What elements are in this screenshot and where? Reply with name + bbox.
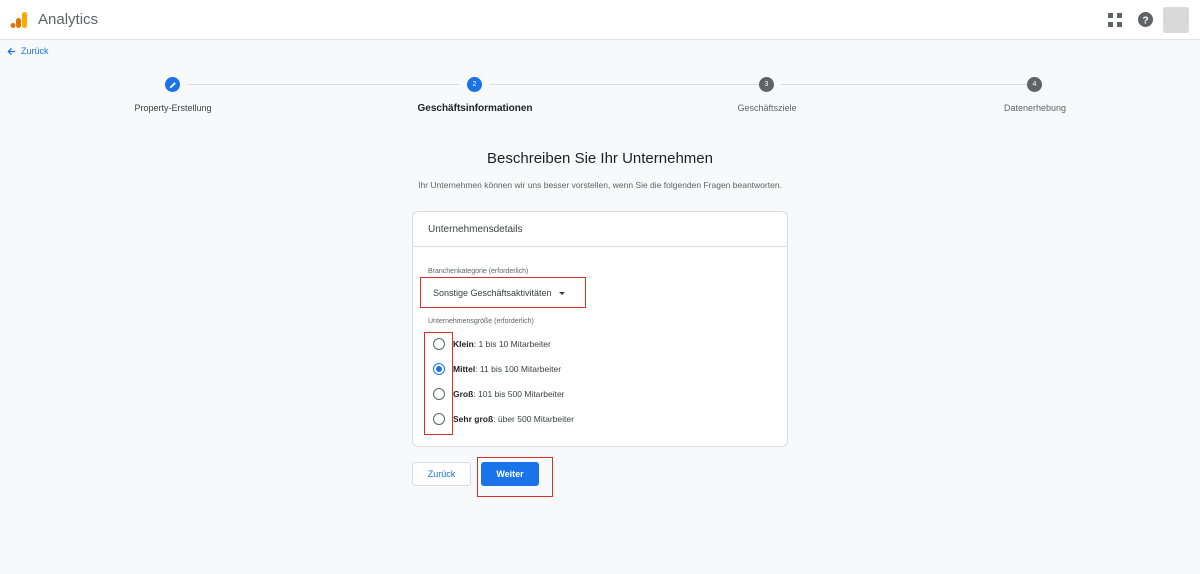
step-4-circle: 4 bbox=[1027, 77, 1042, 92]
page-subtitle: Ihr Unternehmen können wir uns besser vo… bbox=[418, 180, 782, 190]
top-app-bar: Analytics ? bbox=[0, 0, 1200, 40]
business-details-card: Unternehmensdetails Branchenkategorie (e… bbox=[412, 211, 788, 447]
stepper-connector bbox=[490, 84, 759, 85]
size-option-label: Klein: 1 bis 10 Mitarbeiter bbox=[453, 339, 551, 349]
step-number: 2 bbox=[472, 81, 477, 88]
step-3-circle: 3 bbox=[759, 77, 774, 92]
apps-grid-icon[interactable] bbox=[1108, 13, 1122, 27]
stepper-connector bbox=[188, 84, 459, 85]
size-option-very-large[interactable]: Sehr groß: über 500 Mitarbeiter bbox=[433, 413, 574, 425]
step-number: 4 bbox=[1032, 81, 1037, 88]
step-1-done-icon bbox=[165, 77, 180, 92]
step-number: 3 bbox=[764, 81, 769, 88]
back-link[interactable]: Zurück bbox=[7, 46, 49, 56]
back-link-label: Zurück bbox=[21, 46, 49, 56]
step-label-business-info: Geschäftsinformationen bbox=[417, 103, 533, 114]
pencil-icon bbox=[169, 81, 176, 88]
step-2-circle: 2 bbox=[467, 77, 482, 92]
size-option-label: Sehr groß: über 500 Mitarbeiter bbox=[453, 414, 574, 424]
size-option-label: Groß: 101 bis 500 Mitarbeiter bbox=[453, 389, 565, 399]
page-title: Beschreiben Sie Ihr Unternehmen bbox=[487, 150, 713, 167]
analytics-logo-icon[interactable] bbox=[10, 11, 28, 29]
step-label-business-goals: Geschäftsziele bbox=[737, 103, 797, 113]
industry-category-label: Branchenkategorie (erforderlich) bbox=[428, 268, 529, 275]
stepper-connector bbox=[781, 84, 1027, 85]
step-label-property-creation: Property-Erstellung bbox=[134, 103, 212, 113]
arrow-back-icon bbox=[7, 47, 16, 55]
company-size-label: Unternehmensgröße (erforderlich) bbox=[428, 318, 534, 325]
highlight-box-industry bbox=[420, 277, 586, 308]
highlight-box-next bbox=[477, 457, 553, 497]
avatar[interactable] bbox=[1163, 7, 1189, 33]
highlight-box-radios bbox=[424, 332, 453, 435]
svg-text:?: ? bbox=[1142, 15, 1148, 26]
back-button[interactable]: Zurück bbox=[412, 462, 471, 486]
app-title: Analytics bbox=[38, 11, 99, 28]
card-header: Unternehmensdetails bbox=[413, 212, 787, 247]
size-option-label: Mittel: 11 bis 100 Mitarbeiter bbox=[453, 364, 562, 374]
help-icon[interactable]: ? bbox=[1138, 12, 1153, 27]
step-label-data-collection: Datenerhebung bbox=[1003, 103, 1067, 113]
